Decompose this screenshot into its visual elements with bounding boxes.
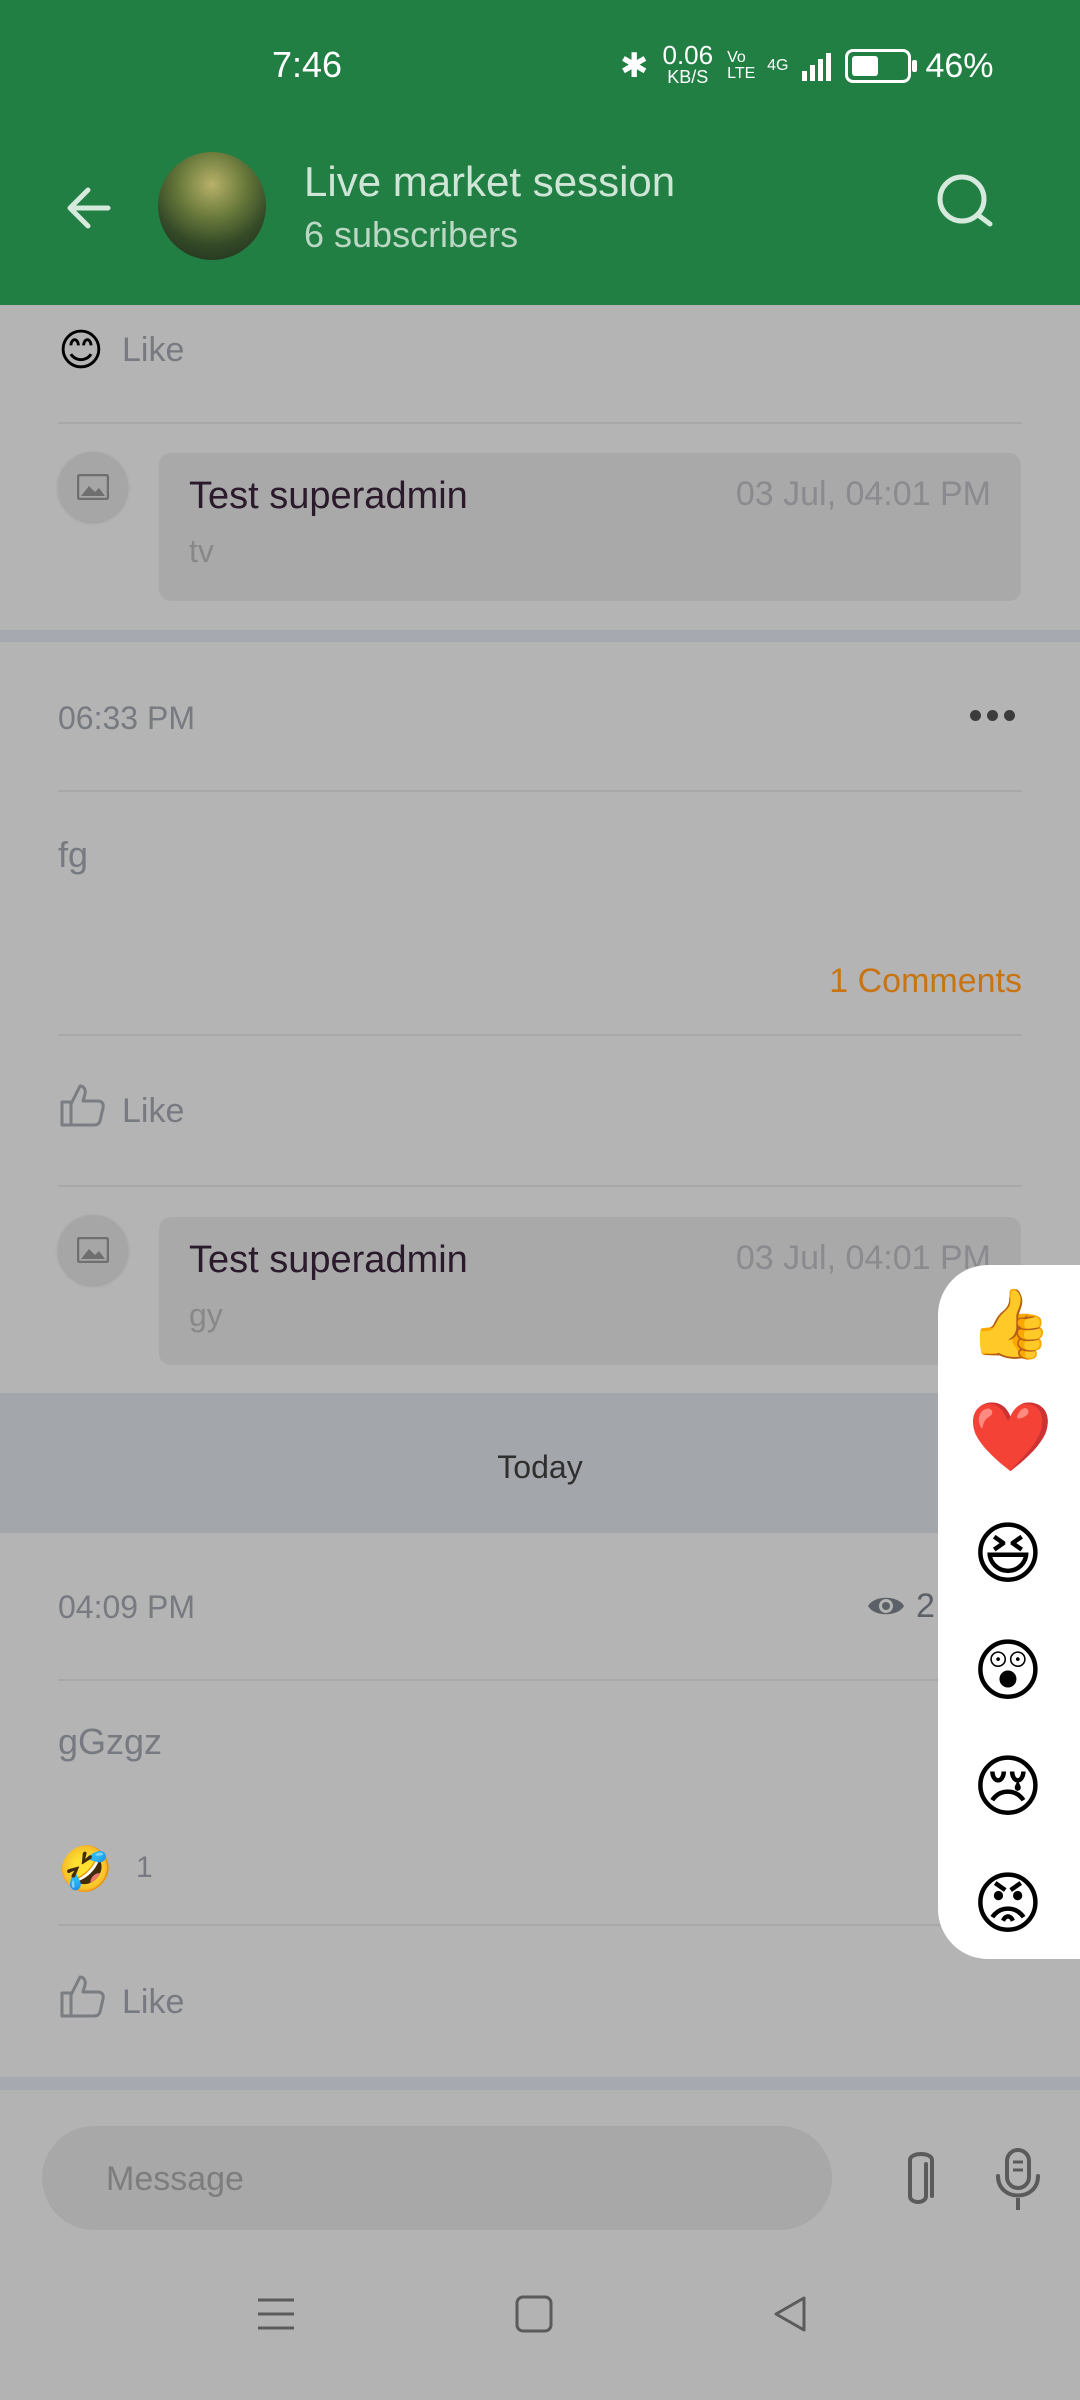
date-label: Today	[497, 1449, 583, 1485]
post-text: gGzgz	[58, 1721, 163, 1762]
post-time: 04:09 PM	[58, 1589, 195, 1625]
post-text: fg	[58, 834, 89, 875]
reaction-surprised[interactable]: 😲	[968, 1632, 1048, 1712]
reaction-emoji[interactable]: 🤣	[58, 1843, 113, 1895]
network-label: 4G	[767, 57, 789, 74]
channel-title[interactable]: Live market session	[304, 158, 675, 206]
message-placeholder: Message	[106, 2160, 244, 2198]
like-icon[interactable]	[58, 1082, 106, 1133]
post-card-today: 04:09 PM 2 gGzgz 🤣 1 Like	[0, 1533, 1080, 2077]
date-separator: Today	[0, 1393, 1080, 1533]
signal-icon	[802, 51, 832, 81]
comment-text: gy	[189, 1297, 223, 1333]
comment-date: 03 Jul, 04:01 PM	[735, 475, 991, 513]
post-separator	[0, 630, 1080, 642]
post-separator	[0, 2077, 1080, 2090]
back-arrow-icon[interactable]	[60, 178, 120, 238]
status-time: 7:46	[272, 44, 343, 85]
message-bar: Message	[0, 2090, 1080, 2240]
microphone-icon[interactable]	[990, 2146, 1046, 2214]
like-label[interactable]: Like	[122, 331, 184, 370]
back-triangle-icon[interactable]	[770, 2294, 810, 2339]
net-speed: 0.06 KB/S	[662, 40, 714, 87]
reaction-emoji: 😊	[58, 326, 104, 375]
comment-bubble: Test superadmin 03 Jul, 04:01 PM gy	[159, 1217, 1021, 1365]
eye-icon	[866, 1591, 906, 1626]
subscriber-count: 6 subscribers	[304, 214, 519, 255]
comment-avatar	[58, 1215, 128, 1285]
attachment-icon[interactable]	[896, 2146, 940, 2214]
post-time: 06:33 PM	[58, 700, 195, 736]
image-icon	[77, 1237, 109, 1263]
status-icons: ✱ 0.06 KB/S Vo LTE 4G 46%	[620, 40, 994, 88]
comment-avatar	[58, 452, 128, 522]
post-card-previous: 😊 Like Test superadmin 03 Jul, 04:01 PM …	[0, 305, 1080, 630]
more-options-icon[interactable]	[970, 710, 1015, 721]
reaction-thumbs-up[interactable]: 👍	[968, 1285, 1053, 1365]
comment-bubble: Test superadmin 03 Jul, 04:01 PM tv	[159, 453, 1021, 601]
comments-link[interactable]: 1 Comments	[829, 962, 1022, 1001]
home-icon[interactable]	[514, 2294, 554, 2339]
comment-text: tv	[189, 533, 214, 569]
image-icon	[77, 474, 109, 500]
menu-icon[interactable]	[256, 2294, 296, 2339]
battery-icon	[845, 49, 918, 83]
channel-avatar[interactable]	[158, 152, 266, 260]
system-nav-bar	[0, 2240, 1080, 2400]
reaction-angry[interactable]: 😡	[968, 1865, 1048, 1945]
comment-author: Test superadmin	[189, 1239, 468, 1281]
reaction-laugh[interactable]: 😆	[968, 1515, 1048, 1595]
post-card-fg: 06:33 PM fg 1 Comments Like Test superad…	[0, 642, 1080, 1393]
battery-percent: 46%	[925, 46, 994, 85]
reaction-count: 1	[136, 1851, 153, 1884]
search-icon[interactable]	[935, 172, 995, 232]
reaction-heart[interactable]: ❤️	[968, 1398, 1053, 1478]
like-icon[interactable]	[58, 1973, 106, 2024]
like-label[interactable]: Like	[122, 1983, 184, 2022]
like-label[interactable]: Like	[122, 1092, 184, 1131]
bluetooth-icon: ✱	[620, 47, 649, 85]
comment-author: Test superadmin	[189, 475, 468, 517]
comment-date: 03 Jul, 04:01 PM	[735, 1239, 991, 1277]
reaction-sad[interactable]: 😢	[968, 1748, 1048, 1828]
message-input[interactable]: Message	[42, 2126, 832, 2230]
reaction-picker: 👍 ❤️ 😆 😲 😢 😡	[938, 1265, 1080, 1959]
volte-icon: Vo LTE	[727, 49, 756, 82]
view-count: 2	[916, 1587, 935, 1625]
